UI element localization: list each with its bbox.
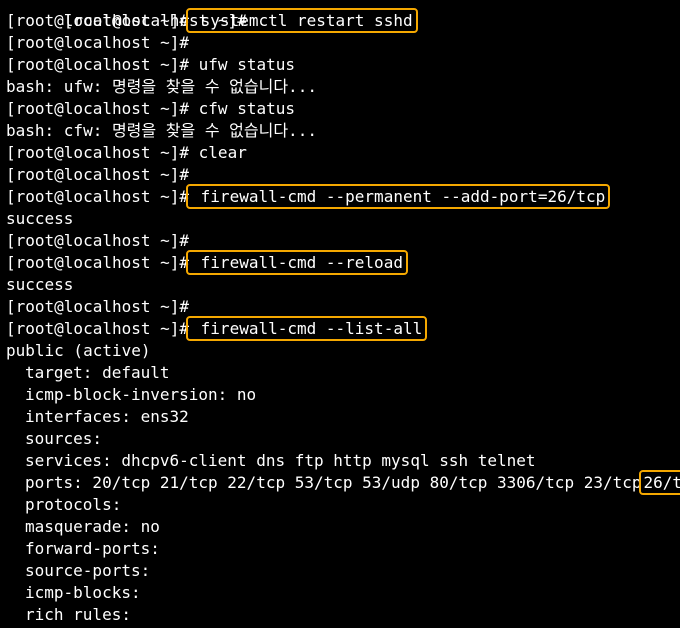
zone-interfaces: interfaces: ens32 — [25, 407, 189, 426]
prompt: [root@localhost ~]# — [6, 143, 190, 162]
terminal-line-output: public (active) — [6, 341, 151, 360]
terminal-line-prompt: [root@localhost ~]# — [6, 32, 680, 54]
prompt: [root@localhost ~]# — [6, 33, 190, 52]
command-text: clear — [189, 143, 247, 162]
highlighted-command: firewall-cmd --reload — [186, 250, 408, 275]
zone-icmp-blocks: icmp-blocks: — [25, 583, 141, 602]
terminal-window[interactable]: [root@localhost ~]# [root@localhost ~]# … — [0, 0, 680, 628]
terminal-line-output: bash: ufw: 명령을 찾을 수 없습니다... — [6, 77, 317, 96]
zone-target: target: default — [25, 363, 170, 382]
command-text: ufw status — [189, 55, 295, 74]
highlighted-command: firewall-cmd --permanent --add-port=26/t… — [186, 184, 611, 209]
terminal-line-command: [root@localhost ~]# ufw status — [6, 54, 680, 76]
prompt: [root@localhost ~]# — [6, 319, 190, 338]
terminal-line-output: bash: cfw: 명령을 찾을 수 없습니다... — [6, 121, 317, 140]
terminal-line-command: [root@localhost ~]# firewall-cmd --perma… — [6, 184, 680, 209]
prompt: [root@localhost ~]# — [6, 99, 190, 118]
zone-services: services: dhcpv6-client dns ftp http mys… — [25, 451, 536, 470]
zone-forward-ports: forward-ports: — [25, 539, 160, 558]
zone-source-ports: source-ports: — [25, 561, 151, 580]
terminal-line-output: success — [6, 209, 74, 228]
terminal-line-command: [root@localhost ~]# cfw status — [6, 98, 680, 120]
terminal-line-command: [root@localhost ~]# systemctl restart ss… — [6, 8, 680, 33]
zone-protocols: protocols: — [25, 495, 122, 514]
zone-ports: ports: 20/tcp 21/tcp 22/tcp 53/tcp 53/ud… — [6, 470, 680, 495]
prompt: [root@localhost ~]# — [6, 187, 190, 206]
terminal-line-prompt: [root@localhost ~]# — [6, 296, 680, 318]
prompt: [root@localhost ~]# — [6, 165, 190, 184]
ports-list: ports: 20/tcp 21/tcp 22/tcp 53/tcp 53/ud… — [25, 473, 642, 492]
zone-sources: sources: — [25, 429, 103, 448]
terminal-line-prompt: [root@localhost ~]# — [6, 0, 680, 30]
terminal-line-prompt: [root@localhost ~]# — [6, 230, 680, 252]
terminal-line-prompt: [root@localhost ~]# — [6, 164, 680, 186]
highlighted-command: systemctl restart sshd — [186, 8, 418, 33]
terminal-line-command: [root@localhost ~]# clear — [6, 142, 680, 164]
terminal-output: [root@localhost ~]# [root@localhost ~]# … — [6, 0, 680, 626]
command-text: cfw status — [189, 99, 295, 118]
terminal-line-output: success — [6, 275, 74, 294]
zone-masquerade: masquerade: no — [25, 517, 160, 536]
terminal-line-command: [root@localhost ~]# firewall-cmd --reloa… — [6, 250, 680, 275]
highlighted-port: 26/tcp — [638, 470, 680, 495]
prompt: [root@localhost ~]# — [6, 253, 190, 272]
prompt: [root@localhost ~]# — [6, 55, 190, 74]
zone-icmp-block-inversion: icmp-block-inversion: no — [25, 385, 257, 404]
prompt: [root@localhost ~]# — [6, 11, 190, 30]
prompt: [root@localhost ~]# — [6, 231, 190, 250]
zone-rich-rules: rich rules: — [25, 605, 131, 624]
terminal-line-command: [root@localhost ~]# firewall-cmd --list-… — [6, 316, 680, 341]
prompt: [root@localhost ~]# — [6, 297, 190, 316]
highlighted-command: firewall-cmd --list-all — [186, 316, 428, 341]
